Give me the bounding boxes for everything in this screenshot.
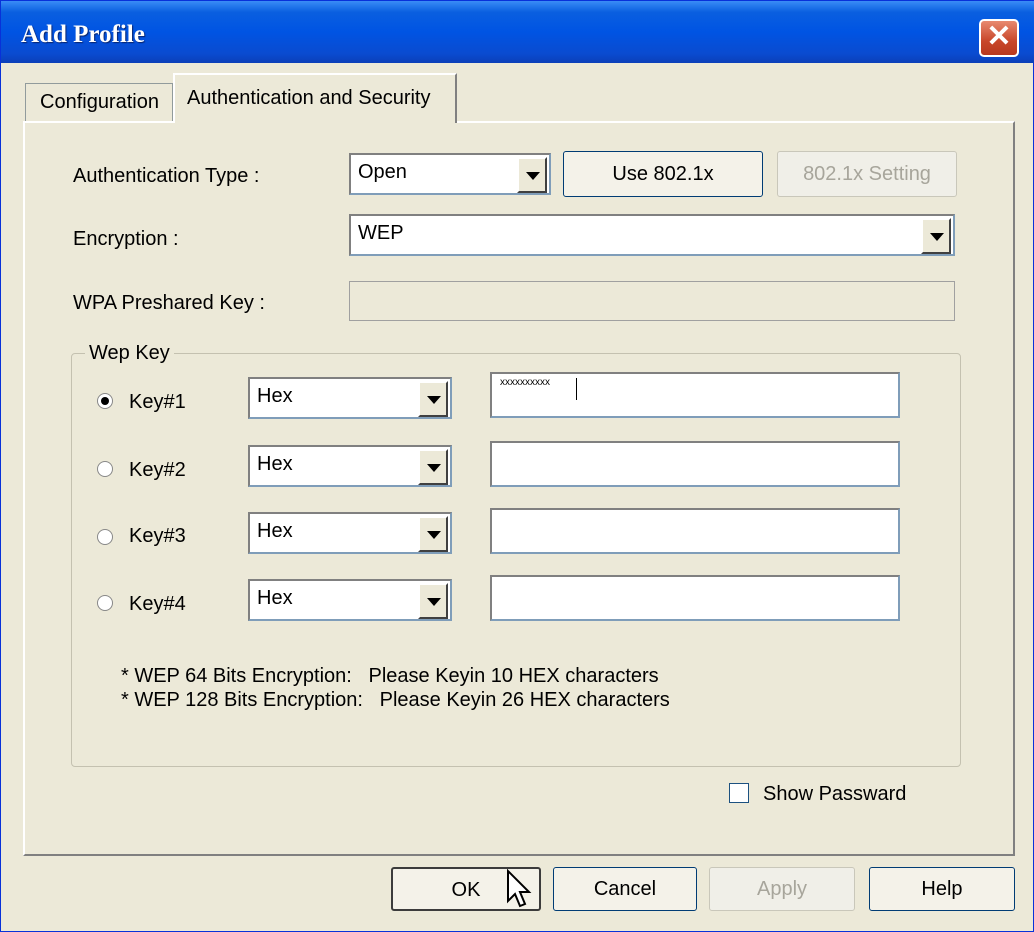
chevron-down-icon[interactable] xyxy=(921,218,951,254)
chevron-down-icon[interactable] xyxy=(517,157,547,193)
key2-format-select[interactable]: Hex xyxy=(248,445,452,487)
chevron-down-icon[interactable] xyxy=(418,449,448,485)
key2-format-value: Hex xyxy=(257,453,293,475)
key4-format-select[interactable]: Hex xyxy=(248,579,452,621)
key4-radio[interactable] xyxy=(97,595,113,611)
tab-authentication-security[interactable]: Authentication and Security xyxy=(173,73,457,123)
8021x-setting-button[interactable]: 802.1x Setting xyxy=(777,151,957,197)
chevron-down-icon[interactable] xyxy=(418,381,448,417)
key2-label: Key#2 xyxy=(129,459,186,481)
dialog-title: Add Profile xyxy=(21,21,145,48)
auth-type-value: Open xyxy=(358,161,407,183)
key1-masked-value: xxxxxxxxxx xyxy=(500,377,550,388)
chevron-down-icon[interactable] xyxy=(418,583,448,619)
close-icon: ✕ xyxy=(986,20,1012,53)
help-button[interactable]: Help xyxy=(869,867,1015,911)
key1-input[interactable]: xxxxxxxxxx xyxy=(490,372,900,418)
wpa-preshared-key-input[interactable] xyxy=(349,281,955,321)
title-bar[interactable]: Add Profile ✕ xyxy=(1,1,1034,63)
cancel-button[interactable]: Cancel xyxy=(553,867,697,911)
encryption-label: Encryption : xyxy=(73,228,179,250)
chevron-down-icon[interactable] xyxy=(418,516,448,552)
apply-button[interactable]: Apply xyxy=(709,867,855,911)
wep64-note: * WEP 64 Bits Encryption: Please Keyin 1… xyxy=(121,665,659,687)
key3-radio[interactable] xyxy=(97,529,113,545)
text-cursor xyxy=(576,378,577,400)
use-8021x-button[interactable]: Use 802.1x xyxy=(563,151,763,197)
auth-type-select[interactable]: Open xyxy=(349,153,551,195)
wpa-preshared-key-label: WPA Preshared Key : xyxy=(73,292,265,314)
key1-format-select[interactable]: Hex xyxy=(248,377,452,419)
key4-format-value: Hex xyxy=(257,587,293,609)
key2-input[interactable] xyxy=(490,441,900,487)
wep128-note: * WEP 128 Bits Encryption: Please Keyin … xyxy=(121,689,670,711)
wep-key-group-title: Wep Key xyxy=(85,342,174,365)
auth-type-label: Authentication Type : xyxy=(73,165,260,187)
key4-label: Key#4 xyxy=(129,593,186,615)
add-profile-dialog: Add Profile ✕ Configuration Authenticati… xyxy=(0,0,1034,932)
key3-format-select[interactable]: Hex xyxy=(248,512,452,554)
key3-format-value: Hex xyxy=(257,520,293,542)
key4-input[interactable] xyxy=(490,575,900,621)
key1-label: Key#1 xyxy=(129,391,186,413)
encryption-value: WEP xyxy=(358,222,404,244)
show-password-checkbox[interactable] xyxy=(729,783,749,803)
show-password-label: Show Passward xyxy=(763,783,907,805)
tab-configuration[interactable]: Configuration xyxy=(25,83,173,123)
key2-radio[interactable] xyxy=(97,461,113,477)
key1-radio[interactable] xyxy=(97,393,113,409)
key3-input[interactable] xyxy=(490,508,900,554)
key1-format-value: Hex xyxy=(257,385,293,407)
encryption-select[interactable]: WEP xyxy=(349,214,955,256)
mouse-pointer-icon xyxy=(507,869,532,908)
close-button[interactable]: ✕ xyxy=(979,19,1019,57)
key3-label: Key#3 xyxy=(129,525,186,547)
